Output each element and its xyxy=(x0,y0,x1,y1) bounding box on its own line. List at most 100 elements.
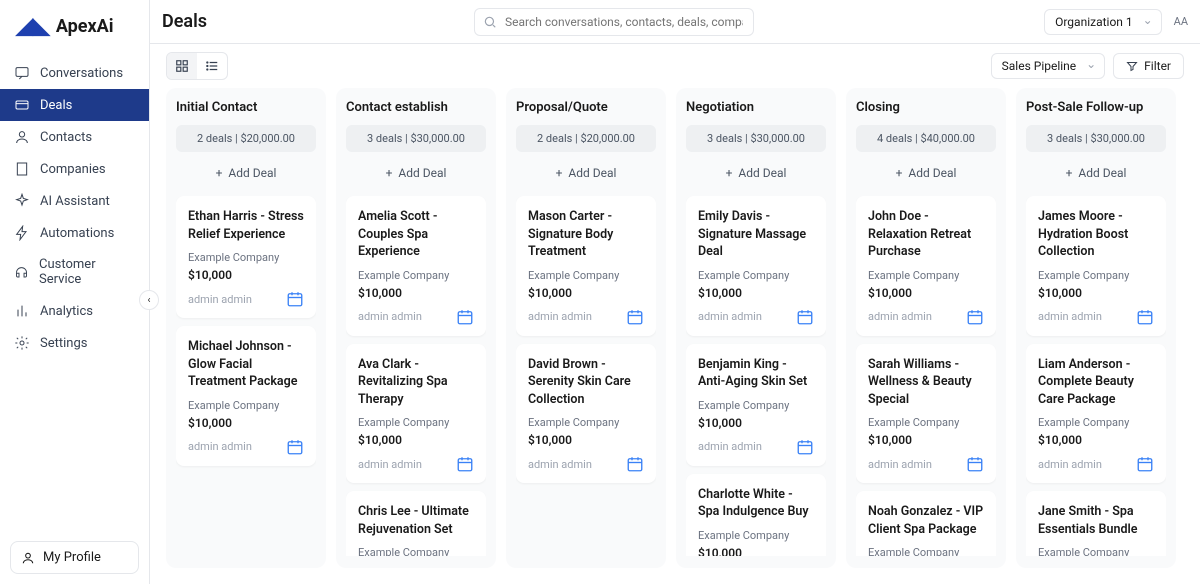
card-owner: admin admin xyxy=(698,310,762,323)
nav-label: Analytics xyxy=(40,304,93,319)
nav-item-deals[interactable]: Deals xyxy=(0,89,149,121)
bolt-icon xyxy=(14,225,30,241)
nav-item-analytics[interactable]: Analytics xyxy=(0,295,149,327)
add-deal-button[interactable]: +Add Deal xyxy=(856,158,996,188)
column-closing: Closing4 deals | $40,000.00+Add DealJohn… xyxy=(846,88,1006,568)
add-deal-button[interactable]: +Add Deal xyxy=(176,158,316,188)
nav-item-customer-service[interactable]: Customer Service xyxy=(0,249,149,295)
nav-item-companies[interactable]: Companies xyxy=(0,153,149,185)
view-toggle xyxy=(166,52,228,80)
cards-list: James Moore - Hydration Boost Collection… xyxy=(1026,196,1166,556)
nav-label: Settings xyxy=(40,336,87,351)
cards-list: Emily Davis - Signature Massage DealExam… xyxy=(686,196,826,556)
sparkle-icon xyxy=(14,193,30,209)
deal-card[interactable]: Benjamin King - Anti-Aging Skin Set Examp… xyxy=(686,344,826,466)
profile-button[interactable]: My Profile xyxy=(10,541,139,574)
deal-card[interactable]: Chris Lee - Ultimate Rejuvenation SetExa… xyxy=(346,491,486,556)
column-title: Negotiation xyxy=(686,100,826,115)
card-title: Noah Gonzalez - VIP Client Spa Package xyxy=(868,503,984,538)
user-icon xyxy=(14,129,30,145)
calendar-icon[interactable] xyxy=(456,308,474,326)
kanban-view-button[interactable] xyxy=(167,53,197,79)
add-deal-button[interactable]: +Add Deal xyxy=(686,158,826,188)
nav-item-automations[interactable]: Automations xyxy=(0,217,149,249)
card-title: Liam Anderson - Complete Beauty Care Pac… xyxy=(1038,356,1154,409)
card-title: Amelia Scott - Couples Spa Experience xyxy=(358,208,474,261)
card-title: David Brown - Serenity Skin Care Collect… xyxy=(528,356,644,409)
card-company: Example Company xyxy=(698,399,814,412)
list-view-button[interactable] xyxy=(197,53,227,79)
add-deal-button[interactable]: +Add Deal xyxy=(516,158,656,188)
deal-card[interactable]: Emily Davis - Signature Massage DealExam… xyxy=(686,196,826,336)
nav-item-contacts[interactable]: Contacts xyxy=(0,121,149,153)
deal-card[interactable]: Jane Smith - Spa Essentials Bundle Exampl… xyxy=(1026,491,1166,556)
calendar-icon[interactable] xyxy=(456,455,474,473)
calendar-icon[interactable] xyxy=(966,308,984,326)
card-title: Charlotte White - Spa Indulgence Buy xyxy=(698,486,814,521)
add-deal-label: Add Deal xyxy=(738,166,786,180)
calendar-icon[interactable] xyxy=(966,455,984,473)
deal-card[interactable]: John Doe - Relaxation Retreat PurchaseEx… xyxy=(856,196,996,336)
deal-card[interactable]: Mason Carter - Signature Body Treatment E… xyxy=(516,196,656,336)
plus-icon: + xyxy=(386,166,393,180)
column-summary: 2 deals | $20,000.00 xyxy=(176,125,316,152)
add-deal-button[interactable]: + Add Deal xyxy=(1026,158,1166,188)
deal-card[interactable]: David Brown - Serenity Skin Care Collect… xyxy=(516,344,656,484)
plus-icon: + xyxy=(1066,166,1073,180)
card-company: Example Company xyxy=(528,269,644,282)
toolbar: Sales Pipeline Filter xyxy=(150,44,1200,88)
calendar-icon[interactable] xyxy=(286,290,304,308)
card-company: Example Company xyxy=(358,269,474,282)
nav-label: Conversations xyxy=(40,66,123,81)
card-company: Example Company xyxy=(1038,546,1154,556)
pipeline-select[interactable]: Sales Pipeline xyxy=(991,53,1106,79)
calendar-icon[interactable] xyxy=(796,308,814,326)
deal-card[interactable]: Ethan Harris - Stress Relief ExperienceE… xyxy=(176,196,316,318)
deal-card[interactable]: Charlotte White - Spa Indulgence BuyExam… xyxy=(686,474,826,557)
card-owner: admin admin xyxy=(868,310,932,323)
logo[interactable]: ◢◣ ApexAi xyxy=(0,0,149,53)
column-initial-contact: Initial Contact 2 deals | $20,000.00 +Add … xyxy=(166,88,326,568)
add-deal-label: Add Deal xyxy=(1078,166,1126,180)
search-input[interactable] xyxy=(474,8,754,36)
calendar-icon[interactable] xyxy=(1136,455,1154,473)
card-title: Benjamin King - Anti-Aging Skin Set xyxy=(698,356,814,391)
nav-label: Automations xyxy=(40,226,114,241)
card-owner: admin admin xyxy=(358,458,422,471)
nav-item-conversations[interactable]: Conversations xyxy=(0,57,149,89)
card-icon xyxy=(14,97,30,113)
column-post-sale-follow-up: Post-Sale Follow-up3 deals | $30,000.00+… xyxy=(1016,88,1176,568)
card-title: Ava Clark - Revitalizing Spa Therapy xyxy=(358,356,474,409)
grid-icon xyxy=(175,59,189,73)
collapse-sidebar-button[interactable]: ‹ xyxy=(139,290,159,310)
card-company: Example Company xyxy=(358,416,474,429)
column-title: Initial Contact xyxy=(176,100,316,115)
card-company: Example Company xyxy=(188,399,304,412)
deal-card[interactable]: James Moore - Hydration Boost Collection… xyxy=(1026,196,1166,336)
filter-label: Filter xyxy=(1144,59,1171,73)
card-company: Example Company xyxy=(188,251,304,264)
deal-card[interactable]: Ava Clark - Revitalizing Spa Therapy Exam… xyxy=(346,344,486,484)
filter-button[interactable]: Filter xyxy=(1113,53,1184,79)
deal-card[interactable]: Michael Johnson - Glow Facial Treatment … xyxy=(176,326,316,466)
nav-item-ai-assistant[interactable]: AI Assistant xyxy=(0,185,149,217)
card-owner: admin admin xyxy=(188,440,252,453)
calendar-icon[interactable] xyxy=(796,438,814,456)
avatar[interactable]: AA xyxy=(1174,15,1188,28)
calendar-icon[interactable] xyxy=(1136,308,1154,326)
calendar-icon[interactable] xyxy=(626,455,644,473)
deal-card[interactable]: Sarah Williams - Wellness & Beauty Speci… xyxy=(856,344,996,484)
nav-item-settings[interactable]: Settings xyxy=(0,327,149,359)
logo-mark-icon: ◢◣ xyxy=(16,14,50,39)
calendar-icon[interactable] xyxy=(286,438,304,456)
org-select[interactable]: Organization 1 xyxy=(1044,9,1162,35)
card-title: Mason Carter - Signature Body Treatment xyxy=(528,208,644,261)
nav: Conversations DealsContactsCompaniesAI As… xyxy=(0,53,149,531)
card-title: Jane Smith - Spa Essentials Bundle xyxy=(1038,503,1154,538)
deal-card[interactable]: Liam Anderson - Complete Beauty Care Pac… xyxy=(1026,344,1166,484)
deal-card[interactable]: Amelia Scott - Couples Spa Experience Exa… xyxy=(346,196,486,336)
card-company: Example Company xyxy=(358,546,474,556)
deal-card[interactable]: Noah Gonzalez - VIP Client Spa PackageEx… xyxy=(856,491,996,556)
calendar-icon[interactable] xyxy=(626,308,644,326)
add-deal-button[interactable]: +Add Deal xyxy=(346,158,486,188)
